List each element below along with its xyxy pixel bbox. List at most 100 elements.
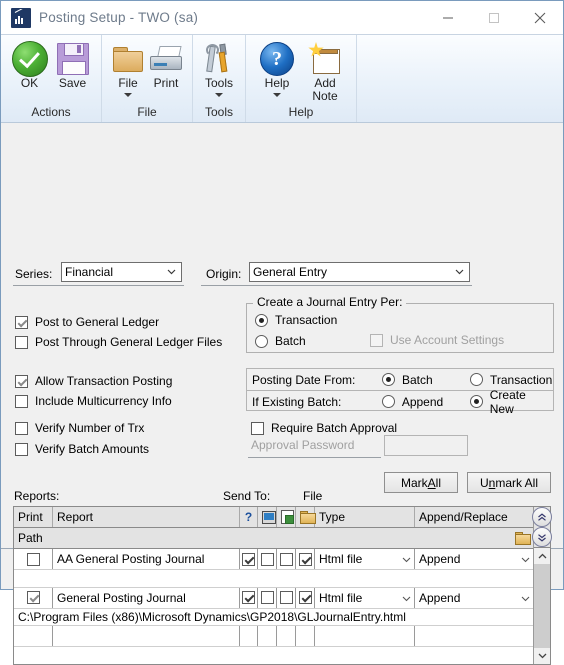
chevron-down-icon[interactable]	[215, 93, 223, 97]
row-append-replace-cell[interactable]: Append	[415, 549, 533, 569]
row-other-checkbox-cell[interactable]	[277, 626, 296, 646]
row-print-checkbox-cell[interactable]	[14, 626, 53, 646]
journal-per-transaction-row[interactable]: Transaction	[255, 311, 337, 329]
scroll-to-bottom-button[interactable]	[532, 527, 552, 547]
grid-header-print[interactable]: Print	[14, 507, 53, 527]
row-append-replace-cell[interactable]: Append	[415, 588, 533, 608]
origin-dropdown[interactable]: General Entry	[249, 262, 470, 282]
chevron-down-icon[interactable]	[124, 93, 132, 97]
row-type-cell[interactable]: Html file	[315, 588, 415, 608]
post-through-general-ledger-files-checkbox[interactable]	[15, 336, 28, 349]
row-append-replace-cell[interactable]	[415, 626, 533, 646]
row-type-cell[interactable]	[315, 626, 415, 646]
scroll-to-top-button[interactable]	[532, 507, 552, 527]
row-report-name[interactable]: AA General Posting Journal	[53, 549, 240, 569]
chevron-down-icon[interactable]	[521, 591, 530, 605]
unmark-all-button[interactable]: Unmark All	[467, 472, 551, 493]
table-row[interactable]: General Posting Journal Html file Append	[14, 588, 533, 609]
row-file-checkbox[interactable]	[299, 553, 312, 566]
verify-number-of-trx-row[interactable]: Verify Number of Trx	[15, 419, 235, 437]
grid-scrollbar[interactable]	[533, 507, 550, 664]
if-existing-create-new-radio[interactable]	[470, 395, 483, 408]
row-file-checkbox-cell[interactable]	[296, 588, 315, 608]
journal-per-batch-row[interactable]: Batch	[255, 332, 337, 350]
row-printer-checkbox[interactable]	[261, 591, 274, 604]
grid-header-path[interactable]: Path	[14, 531, 511, 545]
ribbon-button-save[interactable]: Save	[51, 39, 94, 90]
posting-date-transaction-radio[interactable]	[470, 373, 483, 386]
maximize-button[interactable]	[471, 1, 517, 34]
row-screen-checkbox-cell[interactable]	[240, 588, 258, 608]
row-other-checkbox[interactable]	[280, 591, 293, 604]
scroll-up-button[interactable]	[534, 548, 550, 564]
scrollbar-track[interactable]	[534, 564, 550, 648]
grid-header-report[interactable]: Report	[53, 507, 240, 527]
post-to-general-ledger-checkbox[interactable]	[15, 316, 28, 329]
row-report-name[interactable]	[53, 626, 240, 646]
row-print-checkbox-cell[interactable]	[14, 549, 53, 569]
ribbon-button-help[interactable]: ? Help	[253, 39, 301, 97]
row-other-checkbox-cell[interactable]	[277, 588, 296, 608]
post-through-general-ledger-files-row[interactable]: Post Through General Ledger Files	[15, 333, 235, 351]
if-existing-append-radio[interactable]	[382, 395, 395, 408]
verify-number-of-trx-checkbox[interactable]	[15, 422, 28, 435]
row-print-checkbox[interactable]	[27, 591, 40, 604]
chevron-down-icon[interactable]	[402, 591, 411, 605]
ribbon-button-file[interactable]: File	[109, 39, 147, 97]
chevron-down-icon[interactable]	[521, 552, 530, 566]
row-screen-checkbox-cell[interactable]	[240, 549, 258, 569]
mark-all-button[interactable]: Mark All	[384, 472, 458, 493]
include-multicurrency-info-checkbox[interactable]	[15, 395, 28, 408]
chevron-down-icon[interactable]	[452, 263, 466, 281]
path-folder-icon[interactable]	[511, 532, 533, 544]
require-batch-approval-row[interactable]: Require Batch Approval	[251, 419, 397, 437]
include-multicurrency-info-row[interactable]: Include Multicurrency Info	[15, 392, 235, 410]
ribbon-button-ok[interactable]: OK	[8, 39, 51, 90]
row-print-checkbox[interactable]	[27, 553, 40, 566]
verify-batch-amounts-checkbox[interactable]	[15, 443, 28, 456]
row-path[interactable]	[14, 570, 533, 588]
row-screen-checkbox-cell[interactable]	[240, 626, 258, 646]
row-printer-checkbox-cell[interactable]	[258, 588, 277, 608]
series-dropdown[interactable]: Financial	[61, 262, 182, 282]
row-printer-checkbox-cell[interactable]	[258, 549, 277, 569]
row-type-cell[interactable]: Html file	[315, 549, 415, 569]
chevron-down-icon[interactable]	[402, 552, 411, 566]
row-print-checkbox-cell[interactable]	[14, 588, 53, 608]
row-other-checkbox[interactable]	[280, 553, 293, 566]
posting-date-batch-radio[interactable]	[382, 373, 395, 386]
row-screen-checkbox[interactable]	[242, 591, 255, 604]
row-file-checkbox-cell[interactable]	[296, 549, 315, 569]
grid-header-type[interactable]: Type	[315, 507, 415, 527]
row-printer-checkbox-cell[interactable]	[258, 626, 277, 646]
journal-per-transaction-radio[interactable]	[255, 314, 268, 327]
row-screen-checkbox[interactable]	[242, 553, 255, 566]
minimize-button[interactable]	[425, 1, 471, 34]
document-printer-icon[interactable]	[277, 507, 296, 527]
row-file-checkbox[interactable]	[299, 591, 312, 604]
row-printer-checkbox[interactable]	[261, 553, 274, 566]
row-path[interactable]: C:\Program Files (x86)\Microsoft Dynamic…	[14, 609, 533, 627]
verify-batch-amounts-row[interactable]: Verify Batch Amounts	[15, 440, 235, 458]
row-report-name[interactable]: General Posting Journal	[53, 588, 240, 608]
row-other-checkbox-cell[interactable]	[277, 549, 296, 569]
grid-header-append-replace[interactable]: Append/Replace	[415, 507, 533, 527]
post-to-general-ledger-row[interactable]: Post to General Ledger	[15, 313, 235, 331]
close-button[interactable]	[517, 1, 563, 34]
table-row[interactable]: AA General Posting Journal Html file App…	[14, 549, 533, 570]
journal-per-batch-radio[interactable]	[255, 335, 268, 348]
allow-transaction-posting-checkbox[interactable]	[15, 375, 28, 388]
chevron-down-icon[interactable]	[273, 93, 281, 97]
ribbon-button-print[interactable]: Print	[147, 39, 185, 90]
ribbon-button-tools[interactable]: Tools	[200, 39, 238, 97]
table-row[interactable]	[14, 626, 533, 647]
scroll-down-button[interactable]	[534, 648, 550, 664]
monitor-icon[interactable]	[258, 507, 277, 527]
scrollbar-thumb[interactable]	[534, 564, 550, 648]
require-batch-approval-checkbox[interactable]	[251, 422, 264, 435]
grid-header-question[interactable]: ?	[240, 507, 258, 527]
folder-icon[interactable]	[296, 507, 315, 527]
row-path[interactable]	[14, 647, 533, 664]
row-file-checkbox-cell[interactable]	[296, 626, 315, 646]
allow-transaction-posting-row[interactable]: Allow Transaction Posting	[15, 372, 235, 390]
